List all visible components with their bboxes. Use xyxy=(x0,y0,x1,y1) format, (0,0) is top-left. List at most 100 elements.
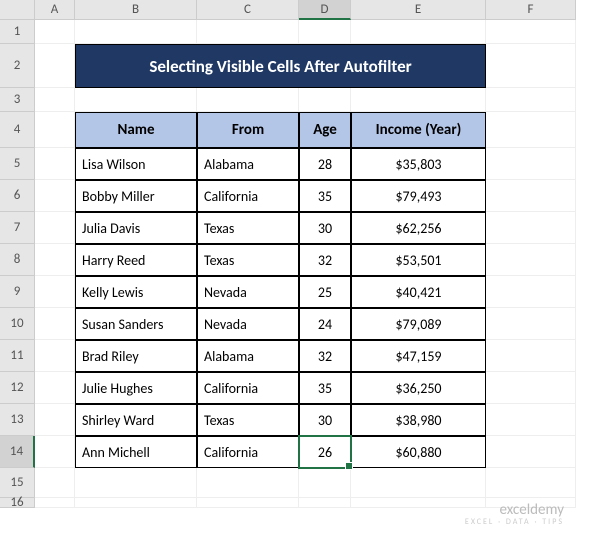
cell-age-selected[interactable]: 26 xyxy=(299,436,351,468)
row-header[interactable]: 11 xyxy=(0,340,35,372)
cell-from[interactable]: Nevada xyxy=(197,276,299,308)
cell-from[interactable]: California xyxy=(197,436,299,468)
cell-from[interactable]: Texas xyxy=(197,212,299,244)
cell-name[interactable]: Susan Sanders xyxy=(75,308,197,340)
cell[interactable] xyxy=(486,308,576,340)
cell[interactable] xyxy=(486,468,576,498)
cell[interactable] xyxy=(35,20,75,44)
cell[interactable] xyxy=(351,88,486,112)
cell[interactable] xyxy=(486,340,576,372)
cell-from[interactable]: Texas xyxy=(197,244,299,276)
cell-name[interactable]: Julia Davis xyxy=(75,212,197,244)
col-header-d[interactable]: D xyxy=(299,0,351,20)
cell[interactable] xyxy=(486,88,576,112)
cell[interactable] xyxy=(35,244,75,276)
cell-age[interactable]: 30 xyxy=(299,404,351,436)
cell[interactable] xyxy=(299,498,351,508)
cell[interactable] xyxy=(486,436,576,468)
row-header[interactable]: 5 xyxy=(0,148,35,180)
title-cell[interactable]: Selecting Visible Cells After Autofilter xyxy=(75,44,486,88)
cell-from[interactable]: Alabama xyxy=(197,340,299,372)
cell-income[interactable]: $53,501 xyxy=(351,244,486,276)
cell-name[interactable]: Ann Michell xyxy=(75,436,197,468)
cell[interactable] xyxy=(299,88,351,112)
cell-age[interactable]: 24 xyxy=(299,308,351,340)
spreadsheet-grid[interactable]: A B C D E F 1 2 Selecting Visible Cells … xyxy=(0,0,592,508)
cell-name[interactable]: Lisa Wilson xyxy=(75,148,197,180)
cell[interactable] xyxy=(35,308,75,340)
cell-name[interactable]: Julie Hughes xyxy=(75,372,197,404)
select-all-corner[interactable] xyxy=(0,0,35,20)
cell-age[interactable]: 25 xyxy=(299,276,351,308)
cell[interactable] xyxy=(486,212,576,244)
cell-income[interactable]: $38,980 xyxy=(351,404,486,436)
row-header[interactable]: 6 xyxy=(0,180,35,212)
cell-name[interactable]: Brad Riley xyxy=(75,340,197,372)
cell[interactable] xyxy=(35,436,75,468)
cell-income[interactable]: $60,880 xyxy=(351,436,486,468)
row-header[interactable]: 8 xyxy=(0,244,35,276)
cell[interactable] xyxy=(486,244,576,276)
cell[interactable] xyxy=(35,148,75,180)
col-header-e[interactable]: E xyxy=(351,0,486,20)
cell-age[interactable]: 32 xyxy=(299,340,351,372)
col-header-c[interactable]: C xyxy=(197,0,299,20)
col-header-f[interactable]: F xyxy=(486,0,576,20)
col-header-b[interactable]: B xyxy=(75,0,197,20)
cell[interactable] xyxy=(486,372,576,404)
cell[interactable] xyxy=(35,44,75,88)
cell[interactable] xyxy=(75,468,197,498)
row-header[interactable]: 14 xyxy=(0,436,35,468)
cell-from[interactable]: California xyxy=(197,372,299,404)
cell[interactable] xyxy=(486,180,576,212)
cell-age[interactable]: 35 xyxy=(299,372,351,404)
cell[interactable] xyxy=(197,88,299,112)
cell[interactable] xyxy=(35,212,75,244)
cell-age[interactable]: 35 xyxy=(299,180,351,212)
cell[interactable] xyxy=(486,276,576,308)
table-header-income[interactable]: Income (Year) xyxy=(351,112,486,148)
cell-age[interactable]: 30 xyxy=(299,212,351,244)
cell-name[interactable]: Harry Reed xyxy=(75,244,197,276)
cell[interactable] xyxy=(486,404,576,436)
cell-from[interactable]: Texas xyxy=(197,404,299,436)
cell[interactable] xyxy=(299,468,351,498)
cell-income[interactable]: $35,803 xyxy=(351,148,486,180)
cell-from[interactable]: Alabama xyxy=(197,148,299,180)
cell[interactable] xyxy=(35,372,75,404)
table-header-from[interactable]: From xyxy=(197,112,299,148)
cell[interactable] xyxy=(35,112,75,148)
row-header[interactable]: 9 xyxy=(0,276,35,308)
row-header[interactable]: 12 xyxy=(0,372,35,404)
cell[interactable] xyxy=(299,20,351,44)
cell[interactable] xyxy=(35,180,75,212)
cell[interactable] xyxy=(351,468,486,498)
cell-age[interactable]: 28 xyxy=(299,148,351,180)
cell-age[interactable]: 32 xyxy=(299,244,351,276)
row-header[interactable]: 4 xyxy=(0,112,35,148)
cell[interactable] xyxy=(35,276,75,308)
cell[interactable] xyxy=(35,468,75,498)
cell-name[interactable]: Kelly Lewis xyxy=(75,276,197,308)
cell[interactable] xyxy=(35,498,75,508)
cell-from[interactable]: Nevada xyxy=(197,308,299,340)
col-header-a[interactable]: A xyxy=(35,0,75,20)
cell[interactable] xyxy=(35,404,75,436)
cell-income[interactable]: $62,256 xyxy=(351,212,486,244)
cell[interactable] xyxy=(197,20,299,44)
cell[interactable] xyxy=(197,498,299,508)
cell[interactable] xyxy=(75,20,197,44)
cell-income[interactable]: $79,493 xyxy=(351,180,486,212)
cell[interactable] xyxy=(35,340,75,372)
cell[interactable] xyxy=(75,498,197,508)
row-header[interactable]: 13 xyxy=(0,404,35,436)
cell[interactable] xyxy=(486,148,576,180)
cell[interactable] xyxy=(351,20,486,44)
cell[interactable] xyxy=(486,44,576,88)
cell[interactable] xyxy=(486,112,576,148)
row-header[interactable]: 10 xyxy=(0,308,35,340)
cell-income[interactable]: $79,089 xyxy=(351,308,486,340)
row-header[interactable]: 1 xyxy=(0,20,35,44)
cell[interactable] xyxy=(35,88,75,112)
table-header-name[interactable]: Name xyxy=(75,112,197,148)
